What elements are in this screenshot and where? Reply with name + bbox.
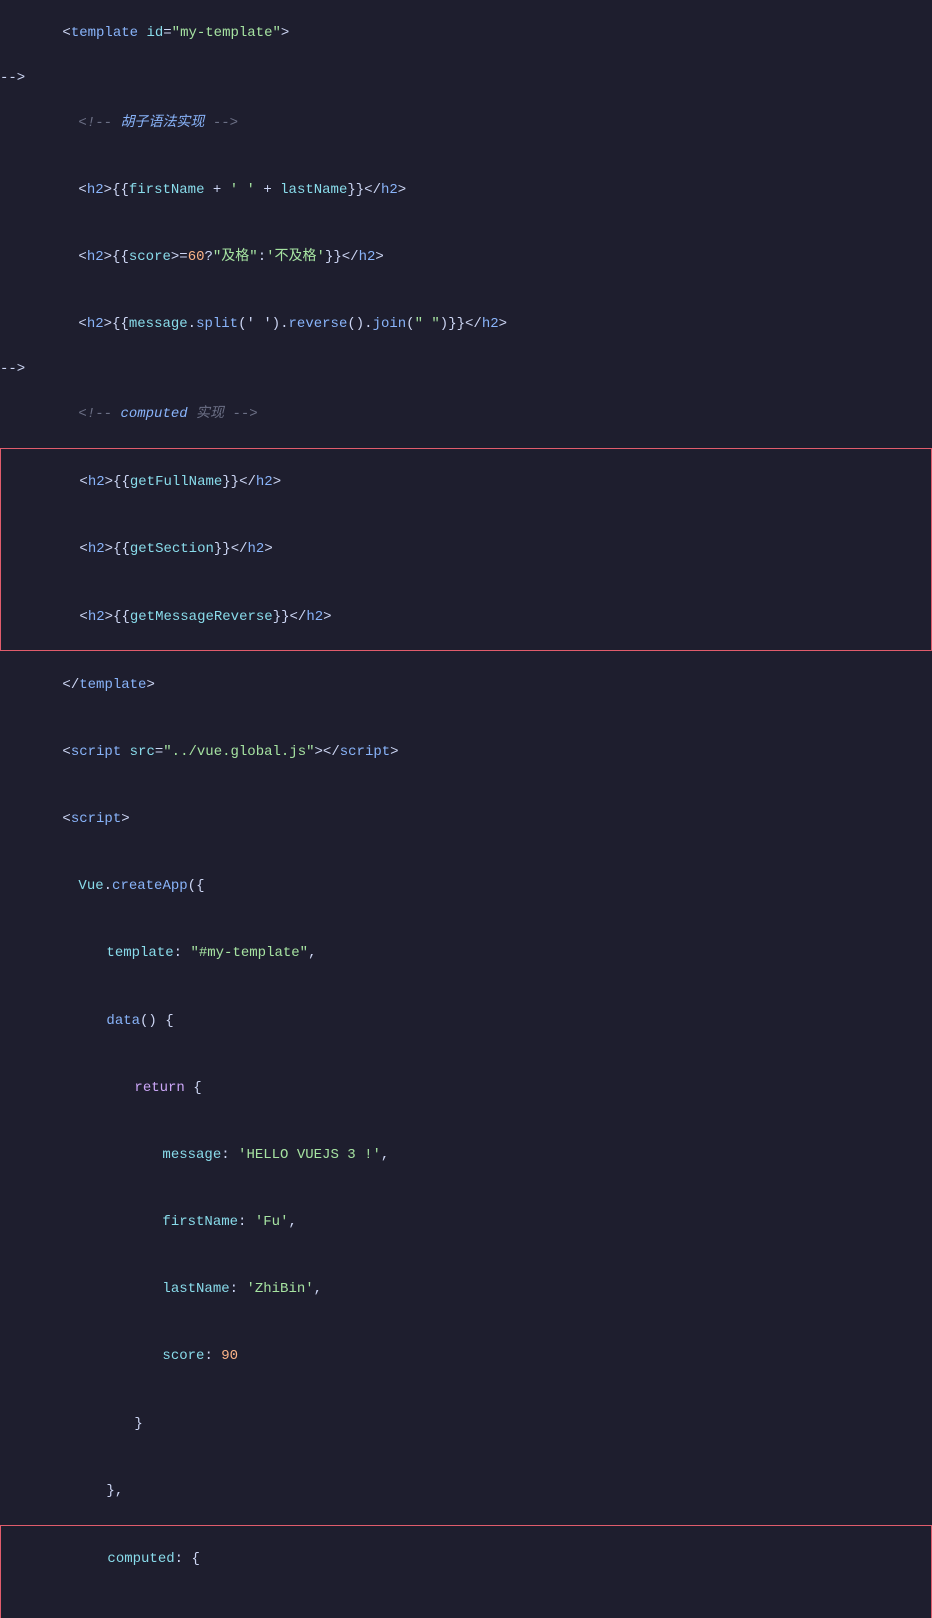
line-5: <h2>{{message.split(' ').reverse().join(… <box>0 291 932 358</box>
line-18: firstName: 'Fu', <box>0 1189 932 1256</box>
line-22: }, <box>0 1457 932 1524</box>
line-1: <template id="my-template"> <box>0 0 932 67</box>
line-24: getFullName() { <box>0 1593 932 1618</box>
line-6: <!-- computed 实现 --> <box>0 381 932 448</box>
line-7: <h2>{{getFullName}}</h2> <box>0 448 932 516</box>
line-23: computed: { <box>0 1525 932 1593</box>
line-14: template: "#my-template", <box>0 920 932 987</box>
line-21: } <box>0 1390 932 1457</box>
line-2: <!-- 胡子语法实现 --> <box>0 90 932 157</box>
line-17: message: 'HELLO VUEJS 3 !', <box>0 1122 932 1189</box>
code-editor: <template id="my-template"> --> <!-- 胡子语… <box>0 0 932 1618</box>
line-20: score: 90 <box>0 1323 932 1390</box>
line-19: lastName: 'ZhiBin', <box>0 1256 932 1323</box>
line-9: <h2>{{getMessageReverse}}</h2> <box>0 583 932 651</box>
line-4: <h2>{{score>=60?"及格":'不及格'}}</h2> <box>0 224 932 291</box>
line-13: Vue.createApp({ <box>0 853 932 920</box>
line-11: <script src="../vue.global.js"></script> <box>0 719 932 786</box>
line-16: return { <box>0 1054 932 1121</box>
line-8: <h2>{{getSection}}</h2> <box>0 516 932 583</box>
line-10: </template> <box>0 651 932 718</box>
line-15: data() { <box>0 987 932 1054</box>
line-3: <h2>{{firstName + ' ' + lastName}}</h2> <box>0 157 932 224</box>
line-12: <script> <box>0 786 932 853</box>
